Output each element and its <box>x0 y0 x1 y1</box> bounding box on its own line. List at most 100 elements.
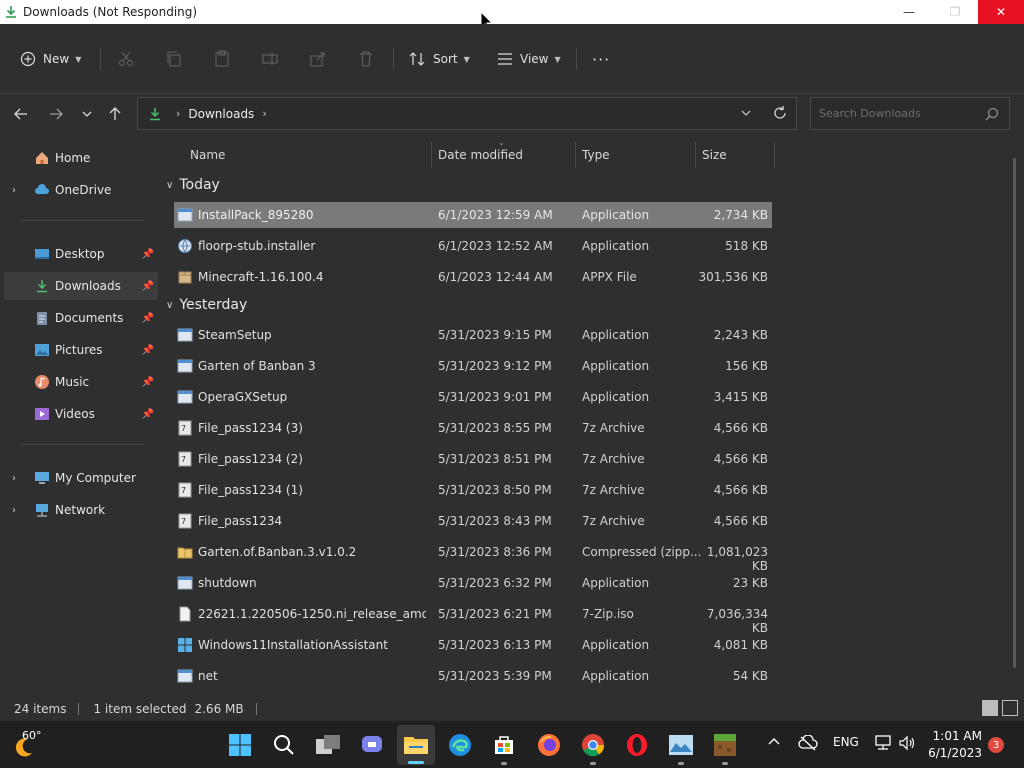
weather-widget[interactable]: 60° <box>10 727 50 763</box>
table-row[interactable]: Garten of Banban 3 5/31/2023 9:12 PM App… <box>174 353 772 379</box>
up-button[interactable] <box>104 104 126 124</box>
volume-tray-button[interactable] <box>898 735 916 751</box>
sidebar-item-home[interactable]: Home <box>4 144 158 172</box>
chevron-down-icon[interactable] <box>740 106 752 120</box>
pin-icon[interactable]: 📌 <box>142 345 154 356</box>
column-divider[interactable] <box>695 142 696 168</box>
taskbar-edge[interactable] <box>446 731 474 759</box>
pin-icon[interactable]: 📌 <box>142 313 154 324</box>
taskbar-file-explorer[interactable] <box>397 725 435 765</box>
breadcrumb-chevron-icon[interactable]: › <box>262 107 266 120</box>
clock[interactable]: 1:01 AM 6/1/2023 <box>928 728 982 762</box>
table-row[interactable]: Minecraft-1.16.100.4 6/1/2023 12:44 AM A… <box>174 264 772 290</box>
teams-chat-button[interactable] <box>358 731 386 759</box>
chevron-right-icon[interactable]: › <box>12 505 16 516</box>
language-indicator[interactable]: ENG <box>833 735 859 749</box>
paste-icon[interactable] <box>213 50 231 68</box>
table-row[interactable]: SteamSetup 5/31/2023 9:15 PM Application… <box>174 322 772 348</box>
taskbar-firefox[interactable] <box>535 731 563 759</box>
cut-icon[interactable] <box>117 50 135 68</box>
sidebar-item-onedrive[interactable]: › OneDrive <box>4 176 158 204</box>
column-header-type[interactable]: Type <box>582 144 610 166</box>
sidebar-item-desktop[interactable]: Desktop 📌 <box>4 240 158 268</box>
breadcrumb-downloads[interactable]: Downloads <box>188 107 254 121</box>
pin-icon[interactable]: 📌 <box>142 249 154 260</box>
sidebar-item-network[interactable]: › Network <box>4 496 158 524</box>
search-input[interactable] <box>819 107 979 120</box>
table-row[interactable]: Windows11InstallationAssistant 5/31/2023… <box>174 632 772 658</box>
table-row[interactable]: 7 File_pass1234 (3) 5/31/2023 8:55 PM 7z… <box>174 415 772 441</box>
sidebar-item-pictures[interactable]: Pictures 📌 <box>4 336 158 364</box>
chevron-right-icon[interactable]: › <box>12 185 16 196</box>
group-header-yesterday[interactable]: ∨ Yesterday <box>166 293 247 317</box>
table-row[interactable]: shutdown 5/31/2023 6:32 PM Application 2… <box>174 570 772 596</box>
pin-icon[interactable]: 📌 <box>142 377 154 388</box>
more-options-button[interactable]: ··· <box>592 48 610 70</box>
file-date: 5/31/2023 8:36 PM <box>438 545 552 559</box>
copy-icon[interactable] <box>165 50 183 68</box>
column-divider[interactable] <box>431 142 432 168</box>
show-hidden-icons-button[interactable] <box>767 735 781 749</box>
file-type: 7z Archive <box>582 452 645 466</box>
table-row[interactable]: floorp-stub.installer 6/1/2023 12:52 AM … <box>174 233 772 259</box>
file-name: File_pass1234 (1) <box>198 483 303 497</box>
notification-badge[interactable]: 3 <box>988 737 1004 753</box>
share-icon[interactable] <box>309 50 327 68</box>
taskbar-opera[interactable] <box>623 731 651 759</box>
temperature: 60° <box>22 729 42 742</box>
status-bar: 24 items 1 item selected 2.66 MB <box>0 698 1024 720</box>
column-header-date-modified[interactable]: Date modified <box>438 144 523 166</box>
taskbar-search-button[interactable] <box>270 731 298 759</box>
table-row[interactable]: OperaGXSetup 5/31/2023 9:01 PM Applicati… <box>174 384 772 410</box>
forward-button[interactable] <box>45 104 67 124</box>
chevron-right-icon[interactable]: › <box>12 473 16 484</box>
table-row[interactable]: net 5/31/2023 5:39 PM Application 54 KB <box>174 663 772 689</box>
chat-icon <box>362 736 382 752</box>
new-button[interactable]: New ▼ <box>20 48 81 70</box>
table-row[interactable]: 7 File_pass1234 (1) 5/31/2023 8:50 PM 7z… <box>174 477 772 503</box>
search-box[interactable] <box>810 97 1010 130</box>
onedrive-tray-button[interactable] <box>798 735 818 751</box>
delete-icon[interactable] <box>357 50 375 68</box>
group-header-today[interactable]: ∨ Today <box>166 173 220 197</box>
address-bar[interactable]: › Downloads › <box>137 97 797 130</box>
task-view-button[interactable] <box>314 731 342 759</box>
close-button[interactable]: ✕ <box>978 0 1024 24</box>
sidebar-item-documents[interactable]: Documents 📌 <box>4 304 158 332</box>
sidebar-item-music[interactable]: Music 📌 <box>4 368 158 396</box>
sidebar-item-downloads[interactable]: Downloads 📌 <box>4 272 158 300</box>
taskbar-store[interactable] <box>490 731 518 765</box>
pin-icon[interactable]: 📌 <box>142 409 154 420</box>
file-name: shutdown <box>198 576 257 590</box>
table-row[interactable]: Garten.of.Banban.3.v1.0.2 5/31/2023 8:36… <box>174 539 772 573</box>
start-button[interactable] <box>226 731 254 759</box>
column-header-size[interactable]: Size <box>702 144 727 166</box>
column-header-name[interactable]: Name <box>190 144 225 166</box>
column-divider[interactable] <box>575 142 576 168</box>
recent-locations-button[interactable] <box>76 104 98 124</box>
column-divider[interactable] <box>774 142 775 168</box>
table-row[interactable]: InstallPack_895280 6/1/2023 12:59 AM App… <box>174 202 772 228</box>
table-row[interactable]: 7 File_pass1234 (2) 5/31/2023 8:51 PM 7z… <box>174 446 772 472</box>
rename-icon[interactable] <box>261 50 279 68</box>
table-row[interactable]: 7 File_pass1234 5/31/2023 8:43 PM 7z Arc… <box>174 508 772 534</box>
network-tray-button[interactable] <box>874 735 892 751</box>
file-name: OperaGXSetup <box>198 390 288 404</box>
vertical-scrollbar[interactable] <box>1013 158 1016 668</box>
tiles-view-icon[interactable] <box>1002 700 1018 716</box>
sidebar-item-my-computer[interactable]: › My Computer <box>4 464 158 492</box>
taskbar-photos[interactable] <box>667 731 695 765</box>
taskbar-minecraft[interactable] <box>711 731 739 765</box>
table-row[interactable]: 22621.1.220506-1250.ni_release_amd64fre.… <box>174 601 772 635</box>
back-button[interactable] <box>10 104 32 124</box>
refresh-icon[interactable] <box>772 105 788 121</box>
taskbar-chrome[interactable] <box>579 731 607 765</box>
details-view-icon[interactable] <box>982 700 998 716</box>
sidebar-item-videos[interactable]: Videos 📌 <box>4 400 158 428</box>
view-button[interactable]: View ▼ <box>497 48 561 70</box>
application-icon <box>177 669 193 683</box>
pin-icon[interactable]: 📌 <box>142 281 154 292</box>
maximize-button[interactable]: ❐ <box>932 0 978 24</box>
minimize-button[interactable]: — <box>886 0 932 24</box>
sort-button[interactable]: Sort ▼ <box>408 48 470 70</box>
